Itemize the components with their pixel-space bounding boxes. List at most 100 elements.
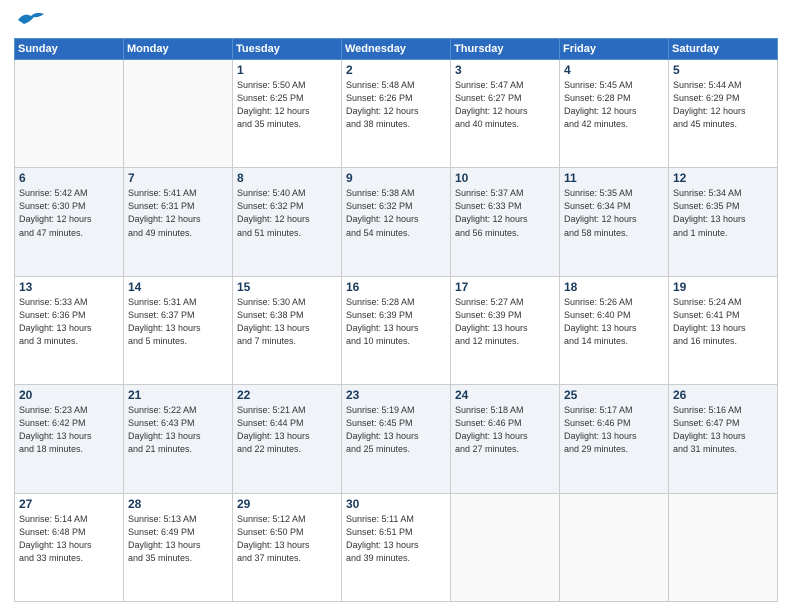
day-info: Sunrise: 5:44 AM Sunset: 6:29 PM Dayligh… [673,79,773,131]
day-number: 2 [346,63,446,77]
logo-bird-icon [16,10,46,30]
day-info: Sunrise: 5:17 AM Sunset: 6:46 PM Dayligh… [564,404,664,456]
calendar-cell: 3 Sunrise: 5:47 AM Sunset: 6:27 PM Daylig… [451,60,560,168]
day-info: Sunrise: 5:24 AM Sunset: 6:41 PM Dayligh… [673,296,773,348]
day-number: 28 [128,497,228,511]
day-number: 22 [237,388,337,402]
calendar-cell [451,493,560,601]
calendar-cell: 20Sunrise: 5:23 AM Sunset: 6:42 PM Dayli… [15,385,124,493]
calendar-col-saturday: Saturday [669,39,778,60]
day-number: 5 [673,63,773,77]
calendar-cell: 23 Sunrise: 5:19 AM Sunset: 6:45 PM Dayli… [342,385,451,493]
calendar-cell: 7 Sunrise: 5:41 AM Sunset: 6:31 PM Daylig… [124,168,233,276]
day-number: 10 [455,171,555,185]
day-info: Sunrise: 5:26 AM Sunset: 6:40 PM Dayligh… [564,296,664,348]
calendar-cell: 17 Sunrise: 5:27 AM Sunset: 6:39 PM Dayli… [451,276,560,384]
day-info: Sunrise: 5:21 AM Sunset: 6:44 PM Dayligh… [237,404,337,456]
day-info: Sunrise: 5:48 AM Sunset: 6:26 PM Dayligh… [346,79,446,131]
calendar-cell: 27Sunrise: 5:14 AM Sunset: 6:48 PM Dayli… [15,493,124,601]
day-number: 4 [564,63,664,77]
calendar-cell: 12Sunrise: 5:34 AM Sunset: 6:35 PM Dayli… [669,168,778,276]
calendar-cell: 29Sunrise: 5:12 AM Sunset: 6:50 PM Dayli… [233,493,342,601]
calendar-col-wednesday: Wednesday [342,39,451,60]
calendar-cell: 22 Sunrise: 5:21 AM Sunset: 6:44 PM Dayli… [233,385,342,493]
calendar-col-sunday: Sunday [15,39,124,60]
calendar-col-thursday: Thursday [451,39,560,60]
day-number: 18 [564,280,664,294]
calendar-col-tuesday: Tuesday [233,39,342,60]
day-number: 11 [564,171,664,185]
calendar-week-row: 13 Sunrise: 5:33 AM Sunset: 6:36 PM Dayli… [15,276,778,384]
day-number: 14 [128,280,228,294]
calendar-cell: 21Sunrise: 5:22 AM Sunset: 6:43 PM Dayli… [124,385,233,493]
day-info: Sunrise: 5:22 AM Sunset: 6:43 PM Dayligh… [128,404,228,456]
logo [14,10,46,32]
header [14,10,778,32]
day-number: 25 [564,388,664,402]
calendar-week-row: 1Sunrise: 5:50 AM Sunset: 6:25 PM Daylig… [15,60,778,168]
day-info: Sunrise: 5:12 AM Sunset: 6:50 PM Dayligh… [237,513,337,565]
day-info: Sunrise: 5:50 AM Sunset: 6:25 PM Dayligh… [237,79,337,131]
day-info: Sunrise: 5:40 AM Sunset: 6:32 PM Dayligh… [237,187,337,239]
calendar-cell: 15 Sunrise: 5:30 AM Sunset: 6:38 PM Dayli… [233,276,342,384]
day-number: 26 [673,388,773,402]
day-number: 12 [673,171,773,185]
day-number: 7 [128,171,228,185]
day-info: Sunrise: 5:42 AM Sunset: 6:30 PM Dayligh… [19,187,119,239]
day-number: 15 [237,280,337,294]
day-number: 24 [455,388,555,402]
day-number: 16 [346,280,446,294]
calendar-col-monday: Monday [124,39,233,60]
calendar-header-row: SundayMondayTuesdayWednesdayThursdayFrid… [15,39,778,60]
day-info: Sunrise: 5:30 AM Sunset: 6:38 PM Dayligh… [237,296,337,348]
day-info: Sunrise: 5:23 AM Sunset: 6:42 PM Dayligh… [19,404,119,456]
day-info: Sunrise: 5:27 AM Sunset: 6:39 PM Dayligh… [455,296,555,348]
calendar-cell: 2 Sunrise: 5:48 AM Sunset: 6:26 PM Daylig… [342,60,451,168]
calendar-cell: 11 Sunrise: 5:35 AM Sunset: 6:34 PM Dayli… [560,168,669,276]
calendar-cell: 14 Sunrise: 5:31 AM Sunset: 6:37 PM Dayli… [124,276,233,384]
calendar-week-row: 6 Sunrise: 5:42 AM Sunset: 6:30 PM Daylig… [15,168,778,276]
calendar-week-row: 20Sunrise: 5:23 AM Sunset: 6:42 PM Dayli… [15,385,778,493]
calendar-cell [560,493,669,601]
day-info: Sunrise: 5:18 AM Sunset: 6:46 PM Dayligh… [455,404,555,456]
calendar-cell: 4 Sunrise: 5:45 AM Sunset: 6:28 PM Daylig… [560,60,669,168]
day-number: 19 [673,280,773,294]
day-number: 30 [346,497,446,511]
day-number: 13 [19,280,119,294]
day-number: 23 [346,388,446,402]
day-info: Sunrise: 5:33 AM Sunset: 6:36 PM Dayligh… [19,296,119,348]
calendar-col-friday: Friday [560,39,669,60]
calendar-cell: 18 Sunrise: 5:26 AM Sunset: 6:40 PM Dayli… [560,276,669,384]
day-number: 8 [237,171,337,185]
day-info: Sunrise: 5:35 AM Sunset: 6:34 PM Dayligh… [564,187,664,239]
day-info: Sunrise: 5:45 AM Sunset: 6:28 PM Dayligh… [564,79,664,131]
day-info: Sunrise: 5:13 AM Sunset: 6:49 PM Dayligh… [128,513,228,565]
calendar-cell: 30 Sunrise: 5:11 AM Sunset: 6:51 PM Dayli… [342,493,451,601]
day-info: Sunrise: 5:41 AM Sunset: 6:31 PM Dayligh… [128,187,228,239]
day-info: Sunrise: 5:16 AM Sunset: 6:47 PM Dayligh… [673,404,773,456]
day-info: Sunrise: 5:28 AM Sunset: 6:39 PM Dayligh… [346,296,446,348]
calendar-week-row: 27Sunrise: 5:14 AM Sunset: 6:48 PM Dayli… [15,493,778,601]
calendar-cell: 19 Sunrise: 5:24 AM Sunset: 6:41 PM Dayli… [669,276,778,384]
day-info: Sunrise: 5:38 AM Sunset: 6:32 PM Dayligh… [346,187,446,239]
calendar-cell: 26 Sunrise: 5:16 AM Sunset: 6:47 PM Dayli… [669,385,778,493]
calendar-cell: 13 Sunrise: 5:33 AM Sunset: 6:36 PM Dayli… [15,276,124,384]
day-number: 3 [455,63,555,77]
calendar-cell: 5 Sunrise: 5:44 AM Sunset: 6:29 PM Daylig… [669,60,778,168]
calendar-table: SundayMondayTuesdayWednesdayThursdayFrid… [14,38,778,602]
calendar-cell: 10Sunrise: 5:37 AM Sunset: 6:33 PM Dayli… [451,168,560,276]
day-number: 6 [19,171,119,185]
page: SundayMondayTuesdayWednesdayThursdayFrid… [0,0,792,612]
day-info: Sunrise: 5:31 AM Sunset: 6:37 PM Dayligh… [128,296,228,348]
day-info: Sunrise: 5:47 AM Sunset: 6:27 PM Dayligh… [455,79,555,131]
calendar-cell: 24 Sunrise: 5:18 AM Sunset: 6:46 PM Dayli… [451,385,560,493]
calendar-cell: 1Sunrise: 5:50 AM Sunset: 6:25 PM Daylig… [233,60,342,168]
calendar-cell [124,60,233,168]
calendar-cell: 6 Sunrise: 5:42 AM Sunset: 6:30 PM Daylig… [15,168,124,276]
calendar-cell: 25 Sunrise: 5:17 AM Sunset: 6:46 PM Dayli… [560,385,669,493]
day-number: 17 [455,280,555,294]
day-info: Sunrise: 5:11 AM Sunset: 6:51 PM Dayligh… [346,513,446,565]
calendar-cell: 8 Sunrise: 5:40 AM Sunset: 6:32 PM Daylig… [233,168,342,276]
day-info: Sunrise: 5:19 AM Sunset: 6:45 PM Dayligh… [346,404,446,456]
calendar-cell [669,493,778,601]
